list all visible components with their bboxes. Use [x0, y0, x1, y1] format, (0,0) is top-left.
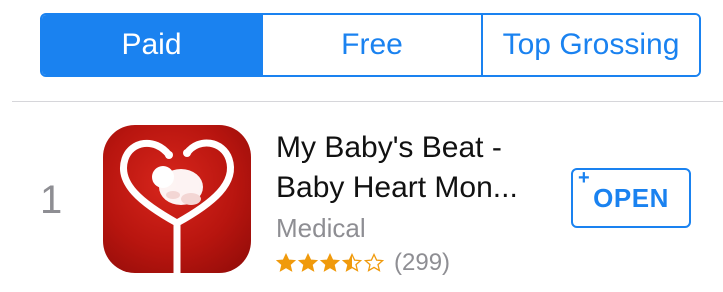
list-divider: [12, 101, 723, 102]
star-full-icon: [298, 253, 318, 272]
open-button[interactable]: + OPEN: [571, 168, 691, 228]
app-title-line-1[interactable]: My Baby's Beat -: [276, 128, 566, 168]
segment-paid[interactable]: Paid: [42, 15, 261, 75]
star-full-icon: [276, 253, 296, 272]
segment-free[interactable]: Free: [261, 15, 481, 75]
star-empty-icon: [364, 253, 384, 272]
segment-top-grossing[interactable]: Top Grossing: [481, 15, 699, 75]
plus-icon: +: [578, 167, 591, 189]
app-rank: 1: [40, 178, 63, 222]
heart-stethoscope-baby-icon[interactable]: [103, 125, 251, 273]
rating-count: (299): [394, 249, 451, 276]
app-info: My Baby's Beat - Baby Heart Mon... Medic…: [276, 128, 566, 278]
chart-segmented-control: Paid Free Top Grossing: [40, 13, 701, 77]
open-button-label: OPEN: [593, 182, 669, 213]
app-store-top-charts: Paid Free Top Grossing 1 My Baby's Beat …: [0, 0, 723, 292]
star-full-icon: [320, 253, 340, 272]
app-title-line-2[interactable]: Baby Heart Mon...: [276, 168, 566, 208]
app-category: Medical: [276, 213, 366, 243]
rating-row: (299): [276, 248, 566, 278]
star-half-icon: [342, 253, 362, 272]
star-rating: [276, 253, 386, 273]
